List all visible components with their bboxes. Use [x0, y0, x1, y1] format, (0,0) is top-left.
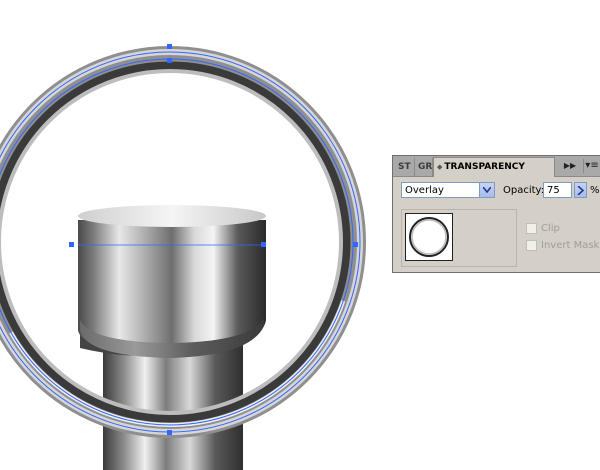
opacity-slider-button[interactable]: [574, 182, 587, 198]
tab-stroke[interactable]: ST: [395, 158, 415, 177]
anchor-point[interactable]: [69, 242, 74, 247]
double-arrow-right-icon[interactable]: ▶▶: [563, 159, 577, 173]
opacity-value: 75: [547, 185, 560, 196]
blend-mode-dropdown[interactable]: Overlay: [401, 182, 495, 198]
panel-tab-strip: ST GR ◆ TRANSPARENCY ▶▶ ▾≡: [393, 156, 600, 177]
invert-mask-checkbox[interactable]: [526, 240, 537, 251]
mask-thumbnail-area: [401, 209, 517, 267]
anchor-point[interactable]: [167, 58, 172, 63]
chevron-right-icon: [577, 186, 584, 195]
invert-mask-label: Invert Mask: [541, 240, 600, 251]
cylinder-top: [78, 205, 266, 358]
anchor-point[interactable]: [261, 242, 266, 247]
clip-label: Clip: [541, 223, 560, 234]
anchor-point[interactable]: [353, 242, 358, 247]
anchor-point[interactable]: [167, 430, 172, 435]
opacity-label: Opacity:: [503, 185, 545, 196]
clip-checkbox[interactable]: [526, 223, 537, 234]
ring-thumbnail-icon: [409, 217, 449, 257]
chevron-down-icon[interactable]: [479, 183, 494, 197]
tab-transparency[interactable]: ◆ TRANSPARENCY: [433, 157, 555, 177]
anchor-point[interactable]: [167, 44, 172, 49]
tab-transparency-label: TRANSPARENCY: [444, 162, 525, 172]
opacity-field[interactable]: 75: [543, 182, 572, 198]
object-thumbnail[interactable]: [405, 213, 453, 261]
transparency-panel: ST GR ◆ TRANSPARENCY ▶▶ ▾≡ Overlay Opacit…: [392, 155, 600, 273]
tab-gradient[interactable]: GR: [415, 158, 433, 177]
opacity-unit: %: [590, 185, 600, 196]
tab-grip-icon: ◆: [437, 163, 443, 171]
tab-gradient-label: GR: [418, 162, 433, 172]
tab-stroke-label: ST: [398, 162, 411, 172]
panel-menu-icon[interactable]: ▾≡: [583, 159, 600, 173]
blend-mode-value: Overlay: [405, 185, 444, 196]
